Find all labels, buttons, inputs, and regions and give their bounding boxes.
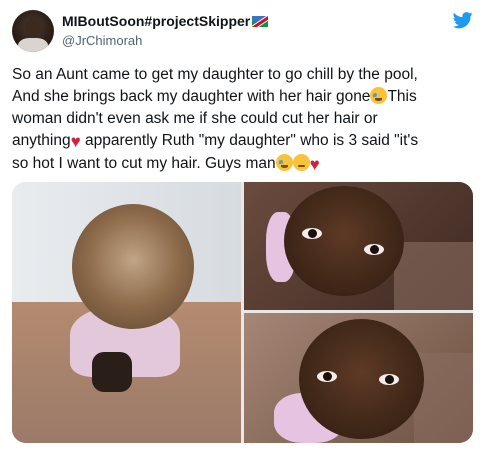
avatar[interactable]	[12, 10, 54, 52]
broken-heart-icon: ♥	[70, 132, 81, 151]
photo-child-face-1[interactable]	[244, 182, 473, 310]
user-display-name[interactable]: MIBoutSoon#projectSkipper	[62, 13, 269, 29]
photo-right-eye	[379, 374, 399, 385]
photo-floor-tile	[414, 353, 473, 443]
loudly-crying-face-icon	[275, 154, 293, 171]
photo-child-face-2[interactable]	[244, 313, 473, 443]
tweet-text: So an Aunt came to get my daughter to go…	[12, 64, 482, 176]
photo-child-head-top-view[interactable]	[12, 182, 241, 443]
tweet-line-4-head: anything	[12, 132, 71, 149]
loudly-crying-face-icon	[370, 87, 388, 104]
tweet-line-4-text: apparently Ruth "my daughter" who is 3 s…	[80, 132, 419, 149]
broken-heart-icon: ♥	[309, 155, 320, 174]
tweet-line-2-tail: This	[387, 88, 417, 105]
user-name-text: MIBoutSoon#projectSkipper	[62, 13, 251, 29]
photo-floor-tile	[394, 242, 473, 310]
user-handle[interactable]: @JrChimorah	[62, 33, 142, 48]
tweet-line-5-text: so hot I want to cut my hair. Guys man	[12, 155, 276, 172]
photo-shaved-head	[72, 204, 194, 329]
twitter-bird-icon[interactable]	[452, 10, 474, 30]
tweet-line-2: And she brings back my daughter with her…	[12, 86, 482, 108]
media-grid	[12, 182, 473, 443]
tweet-line-1: So an Aunt came to get my daughter to go…	[12, 66, 418, 83]
photo-right-eye	[364, 244, 384, 255]
sad-relieved-face-icon	[292, 154, 310, 171]
tweet-line-4: anything♥ apparently Ruth "my daughter" …	[12, 130, 482, 153]
namibia-flag-icon	[252, 16, 269, 27]
avatar-shirt	[18, 38, 48, 52]
photo-child-face	[299, 319, 424, 439]
photo-child-face	[284, 186, 404, 296]
photo-legs	[92, 352, 132, 392]
photo-left-eye	[317, 371, 337, 382]
tweet-line-2-text: And she brings back my daughter with her…	[12, 88, 371, 105]
avatar-face	[25, 18, 41, 37]
photo-left-eye	[302, 228, 322, 239]
tweet-card: MIBoutSoon#projectSkipper @JrChimorah So…	[0, 0, 488, 460]
tweet-line-3: woman didn't even ask me if she could cu…	[12, 110, 378, 127]
tweet-line-5: so hot I want to cut my hair. Guys man ♥	[12, 153, 482, 176]
